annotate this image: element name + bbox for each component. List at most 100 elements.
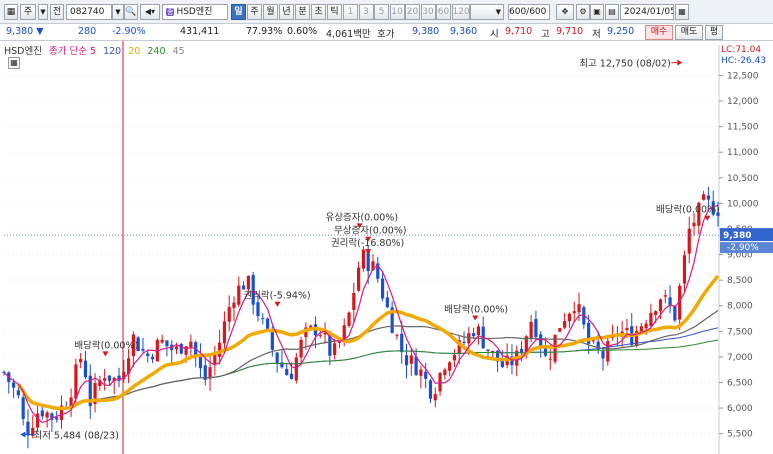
- eval-button[interactable]: 평: [705, 25, 723, 40]
- jeon-button[interactable]: 전: [50, 4, 64, 20]
- period-letter[interactable]: 주: [20, 4, 36, 20]
- stock-code-input[interactable]: 082740: [66, 4, 112, 20]
- code-dropdown-icon[interactable]: ▼: [112, 4, 124, 20]
- price-chart[interactable]: HSD엔진 종가 단순 5 120 20 240 45 ▦ 5,500 6,000…: [0, 41, 773, 454]
- y-tick-label: 8,000: [727, 302, 753, 312]
- event-marker: [274, 301, 281, 307]
- chevron-down-icon[interactable]: ▼: [38, 4, 48, 20]
- current-price-pct: -2.90%: [727, 243, 759, 253]
- candle-body: [438, 372, 442, 392]
- low-marker-arrow: [20, 431, 26, 438]
- period-tab-1[interactable]: 주: [247, 4, 262, 20]
- trade-amount: 4,061백만: [326, 29, 371, 40]
- minute-option-10[interactable]: 10: [389, 4, 405, 20]
- sell-button[interactable]: 매도: [675, 25, 703, 40]
- event-marker: [472, 315, 479, 321]
- period-tab-0[interactable]: 일: [231, 4, 246, 20]
- candle-body: [146, 353, 150, 356]
- minute-option-30[interactable]: 30: [420, 4, 436, 20]
- candle-body: [241, 285, 246, 290]
- candle-body: [218, 342, 222, 357]
- date-input[interactable]: 2024/01/05: [620, 4, 674, 20]
- candle-body: [45, 412, 49, 418]
- y-tick-label: 10,500: [727, 174, 759, 184]
- y-tick-label: 8,500: [727, 276, 753, 286]
- low-label: 저: [592, 29, 601, 40]
- change-percent: -2.90%: [112, 26, 146, 37]
- open-label: 시: [490, 29, 499, 40]
- y-tick-label: 11,000: [727, 148, 759, 158]
- candle-body: [476, 326, 481, 335]
- annotation-event: 무상증자(0.00%): [334, 226, 407, 237]
- annotation-event: 권리락(-5.94%): [243, 290, 310, 302]
- candle-body: [11, 382, 16, 388]
- period-tab-6[interactable]: 틱: [327, 4, 342, 20]
- turnover-percent: 77.93%: [246, 26, 283, 37]
- candle-body: [74, 364, 78, 399]
- low-price: 9,250: [607, 26, 635, 37]
- candle-body: [83, 360, 88, 378]
- candle-body: [174, 346, 179, 350]
- ask-label: 호가: [377, 29, 395, 40]
- y-tick-label: 7,500: [727, 327, 753, 337]
- search-icon[interactable]: 🔍: [124, 4, 138, 20]
- period-tab-3[interactable]: 년: [279, 4, 294, 20]
- candle-body: [256, 302, 260, 317]
- candle-body: [414, 356, 418, 376]
- candle-body: [625, 327, 629, 331]
- settings-icon[interactable]: ⚙: [576, 4, 590, 20]
- indicator-icon[interactable]: ✥: [556, 4, 574, 20]
- save-icon[interactable]: ▣: [590, 4, 604, 20]
- date-picker-icon[interactable]: ▦: [675, 4, 689, 20]
- interval-dropdown[interactable]: ▼: [470, 4, 504, 20]
- high-price: 9,710: [556, 26, 584, 37]
- open-price: 9,710: [505, 26, 533, 37]
- candle-body: [702, 194, 706, 200]
- candle-body: [198, 355, 203, 369]
- candle-body: [529, 321, 533, 339]
- minute-option-5[interactable]: 5: [374, 4, 389, 20]
- candle-body: [289, 373, 294, 380]
- minute-option-3[interactable]: 3: [358, 4, 374, 20]
- stock-name-field[interactable]: 종 HSD엔진: [162, 4, 228, 20]
- ratio-percent: 0.60%: [287, 26, 318, 37]
- candle-body: [237, 285, 241, 305]
- minute-option-1[interactable]: 1: [343, 4, 358, 20]
- annotation-event: 유상증자(0.00%): [325, 212, 398, 223]
- candle-body: [357, 267, 361, 291]
- candle-body: [428, 380, 433, 399]
- candle-body: [682, 255, 687, 284]
- candle-body: [352, 292, 356, 310]
- minute-option-20[interactable]: 20: [405, 4, 420, 20]
- menu-icon[interactable]: ▦: [4, 4, 18, 20]
- candle-body: [572, 311, 576, 314]
- candle-body: [55, 417, 59, 420]
- buy-button[interactable]: 매수: [645, 25, 673, 40]
- candle-body: [404, 355, 409, 366]
- period-tab-4[interactable]: 분: [295, 4, 310, 20]
- candle-body: [261, 318, 265, 320]
- calendar-icon[interactable]: ▤: [605, 4, 619, 20]
- minute-option-60[interactable]: 60: [436, 4, 451, 20]
- y-tick-label: 5,500: [727, 430, 753, 440]
- candle-body: [318, 335, 322, 337]
- candle-body: [419, 369, 423, 376]
- candle-body: [265, 318, 270, 330]
- y-tick-label: 10,000: [727, 199, 759, 209]
- event-marker: [102, 351, 109, 357]
- candle-body: [472, 333, 476, 337]
- speaker-icon[interactable]: ◀▾: [140, 4, 160, 20]
- period-tab-2[interactable]: 월: [263, 4, 278, 20]
- period-tab-5[interactable]: 초: [311, 4, 326, 20]
- candle-body: [103, 378, 107, 381]
- annotation-low: 최저 5,484 (08/23): [33, 430, 119, 441]
- candle-body: [462, 341, 466, 343]
- candle-body: [79, 358, 83, 363]
- candle-body: [380, 278, 385, 299]
- candle-body: [606, 340, 610, 362]
- minute-option-120[interactable]: 120: [451, 4, 470, 20]
- candle-body: [246, 275, 250, 290]
- candle-body: [654, 311, 658, 315]
- bar-count-input[interactable]: 600/600: [508, 4, 550, 20]
- candle-body: [395, 334, 399, 336]
